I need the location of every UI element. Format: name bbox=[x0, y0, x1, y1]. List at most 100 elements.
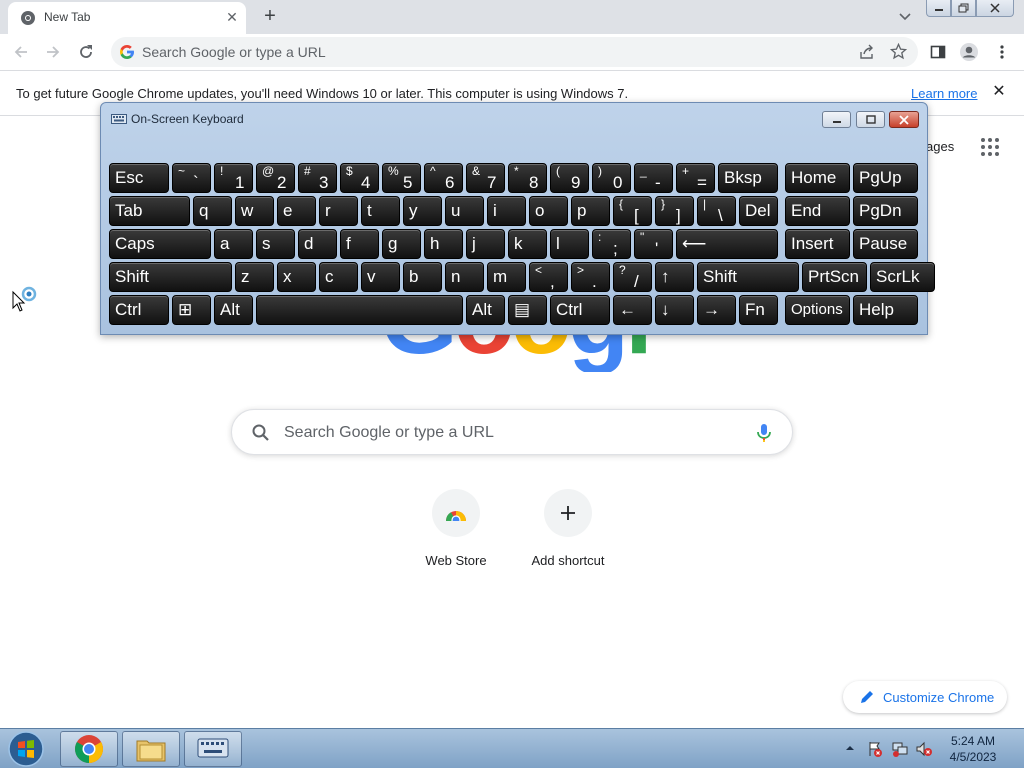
key-fn[interactable]: Fn bbox=[739, 295, 778, 325]
key-q[interactable]: q bbox=[193, 196, 232, 226]
key-1[interactable]: ! 1 bbox=[214, 163, 253, 193]
key-symbol[interactable]: | \ bbox=[697, 196, 736, 226]
key-shift[interactable]: Shift bbox=[109, 262, 232, 292]
key-b[interactable]: b bbox=[403, 262, 442, 292]
key-r[interactable]: r bbox=[319, 196, 358, 226]
key-insert[interactable]: Insert bbox=[785, 229, 850, 259]
taskbar-osk-button[interactable] bbox=[184, 731, 242, 767]
key-symbol[interactable]: {[ bbox=[613, 196, 652, 226]
key-end[interactable]: End bbox=[785, 196, 850, 226]
key-w[interactable]: w bbox=[235, 196, 274, 226]
key-t[interactable]: t bbox=[361, 196, 400, 226]
key-y[interactable]: y bbox=[403, 196, 442, 226]
browser-menu-button[interactable] bbox=[992, 42, 1012, 62]
key-f[interactable]: f bbox=[340, 229, 379, 259]
tab-new-tab[interactable]: New Tab ✕ bbox=[8, 2, 246, 34]
system-clock[interactable]: 5:24 AM 4/5/2023 bbox=[936, 733, 1010, 765]
key-tab[interactable]: Tab bbox=[109, 196, 190, 226]
key-ctrl[interactable]: Ctrl bbox=[550, 295, 610, 325]
ntp-search-box[interactable]: Search Google or type a URL bbox=[231, 409, 793, 455]
osk-minimize-button[interactable] bbox=[822, 111, 851, 128]
key-shift[interactable]: Shift bbox=[697, 262, 799, 292]
bookmark-star-icon[interactable] bbox=[890, 43, 907, 60]
key-ctrl[interactable]: Ctrl bbox=[109, 295, 169, 325]
key-help[interactable]: Help bbox=[853, 295, 918, 325]
key-0[interactable]: ) 0 bbox=[592, 163, 631, 193]
reload-button[interactable] bbox=[76, 42, 96, 62]
profile-button[interactable] bbox=[959, 42, 979, 62]
key-symbol[interactable]: _ - bbox=[634, 163, 673, 193]
key-x[interactable]: x bbox=[277, 262, 316, 292]
key-symbol[interactable]: ⊞ bbox=[172, 295, 211, 325]
volume-muted-icon[interactable] bbox=[915, 740, 933, 758]
key-o[interactable]: o bbox=[529, 196, 568, 226]
learn-more-link[interactable]: Learn more bbox=[911, 86, 977, 101]
shortcut-add[interactable]: Add shortcut bbox=[512, 489, 624, 579]
key-options[interactable]: Options bbox=[785, 295, 850, 325]
osk-titlebar[interactable]: On-Screen Keyboard bbox=[101, 103, 927, 133]
key-bksp[interactable]: Bksp bbox=[718, 163, 778, 193]
key-d[interactable]: d bbox=[298, 229, 337, 259]
osk-maximize-button[interactable] bbox=[856, 111, 885, 128]
window-restore-button[interactable] bbox=[951, 0, 976, 17]
key-g[interactable]: g bbox=[382, 229, 421, 259]
key-symbol[interactable]: ? / bbox=[613, 262, 652, 292]
key-u[interactable]: u bbox=[445, 196, 484, 226]
key-e[interactable]: e bbox=[277, 196, 316, 226]
back-button[interactable] bbox=[11, 42, 31, 62]
key-i[interactable]: i bbox=[487, 196, 526, 226]
key-p[interactable]: p bbox=[571, 196, 610, 226]
forward-button[interactable] bbox=[43, 42, 63, 62]
key-del[interactable]: Del bbox=[739, 196, 778, 226]
shortcut-web-store[interactable]: Web Store bbox=[400, 489, 512, 579]
tab-search-chevron-icon[interactable] bbox=[896, 8, 914, 26]
key-s[interactable]: s bbox=[256, 229, 295, 259]
key-space[interactable] bbox=[256, 295, 463, 325]
key-scrlk[interactable]: ScrLk bbox=[870, 262, 935, 292]
action-center-flag-icon[interactable] bbox=[866, 740, 884, 758]
tray-overflow-icon[interactable] bbox=[845, 743, 855, 753]
microphone-icon[interactable] bbox=[754, 422, 774, 444]
key-symbol[interactable]: ▤ bbox=[508, 295, 547, 325]
key-symbol[interactable]: + = bbox=[676, 163, 715, 193]
osk-close-button[interactable] bbox=[889, 111, 919, 128]
key-symbol[interactable]: :; bbox=[592, 229, 631, 259]
key-pgdn[interactable]: PgDn bbox=[853, 196, 918, 226]
customize-chrome-button[interactable]: Customize Chrome bbox=[843, 681, 1007, 713]
key-symbol[interactable]: ⟵ bbox=[676, 229, 778, 259]
key-esc[interactable]: Esc bbox=[109, 163, 169, 193]
key-3[interactable]: #3 bbox=[298, 163, 337, 193]
key-home[interactable]: Home bbox=[785, 163, 850, 193]
window-close-button[interactable] bbox=[976, 0, 1014, 17]
taskbar-explorer-button[interactable] bbox=[122, 731, 180, 767]
key-k[interactable]: k bbox=[508, 229, 547, 259]
key-symbol[interactable]: ← bbox=[613, 295, 652, 325]
share-icon[interactable] bbox=[859, 44, 875, 60]
images-link[interactable]: ages bbox=[926, 139, 954, 154]
new-tab-button[interactable]: + bbox=[259, 5, 281, 27]
key-2[interactable]: @2 bbox=[256, 163, 295, 193]
key-alt[interactable]: Alt bbox=[466, 295, 505, 325]
key-prtscn[interactable]: PrtScn bbox=[802, 262, 867, 292]
key-m[interactable]: m bbox=[487, 262, 526, 292]
key-6[interactable]: ^ 6 bbox=[424, 163, 463, 193]
key-9[interactable]: (9 bbox=[550, 163, 589, 193]
key-j[interactable]: j bbox=[466, 229, 505, 259]
key-a[interactable]: a bbox=[214, 229, 253, 259]
key-n[interactable]: n bbox=[445, 262, 484, 292]
info-bar-close-icon[interactable]: ✕ bbox=[990, 83, 1008, 101]
key-5[interactable]: % 5 bbox=[382, 163, 421, 193]
tab-close-icon[interactable]: ✕ bbox=[224, 8, 240, 26]
google-apps-icon[interactable] bbox=[980, 137, 1000, 157]
key-symbol[interactable]: → bbox=[697, 295, 736, 325]
on-screen-keyboard-window[interactable]: On-Screen Keyboard Esc ~ `! 1 @2 #3 $4% 5 ^ 6 & 7 * 8… bbox=[100, 102, 935, 335]
key-symbol[interactable]: >. bbox=[571, 262, 610, 292]
key-v[interactable]: v bbox=[361, 262, 400, 292]
key-7[interactable]: & 7 bbox=[466, 163, 505, 193]
key-caps[interactable]: Caps bbox=[109, 229, 211, 259]
key-symbol[interactable]: " ' bbox=[634, 229, 673, 259]
key-pause[interactable]: Pause bbox=[853, 229, 918, 259]
key-z[interactable]: z bbox=[235, 262, 274, 292]
key-8[interactable]: * 8 bbox=[508, 163, 547, 193]
key-symbol[interactable]: }] bbox=[655, 196, 694, 226]
